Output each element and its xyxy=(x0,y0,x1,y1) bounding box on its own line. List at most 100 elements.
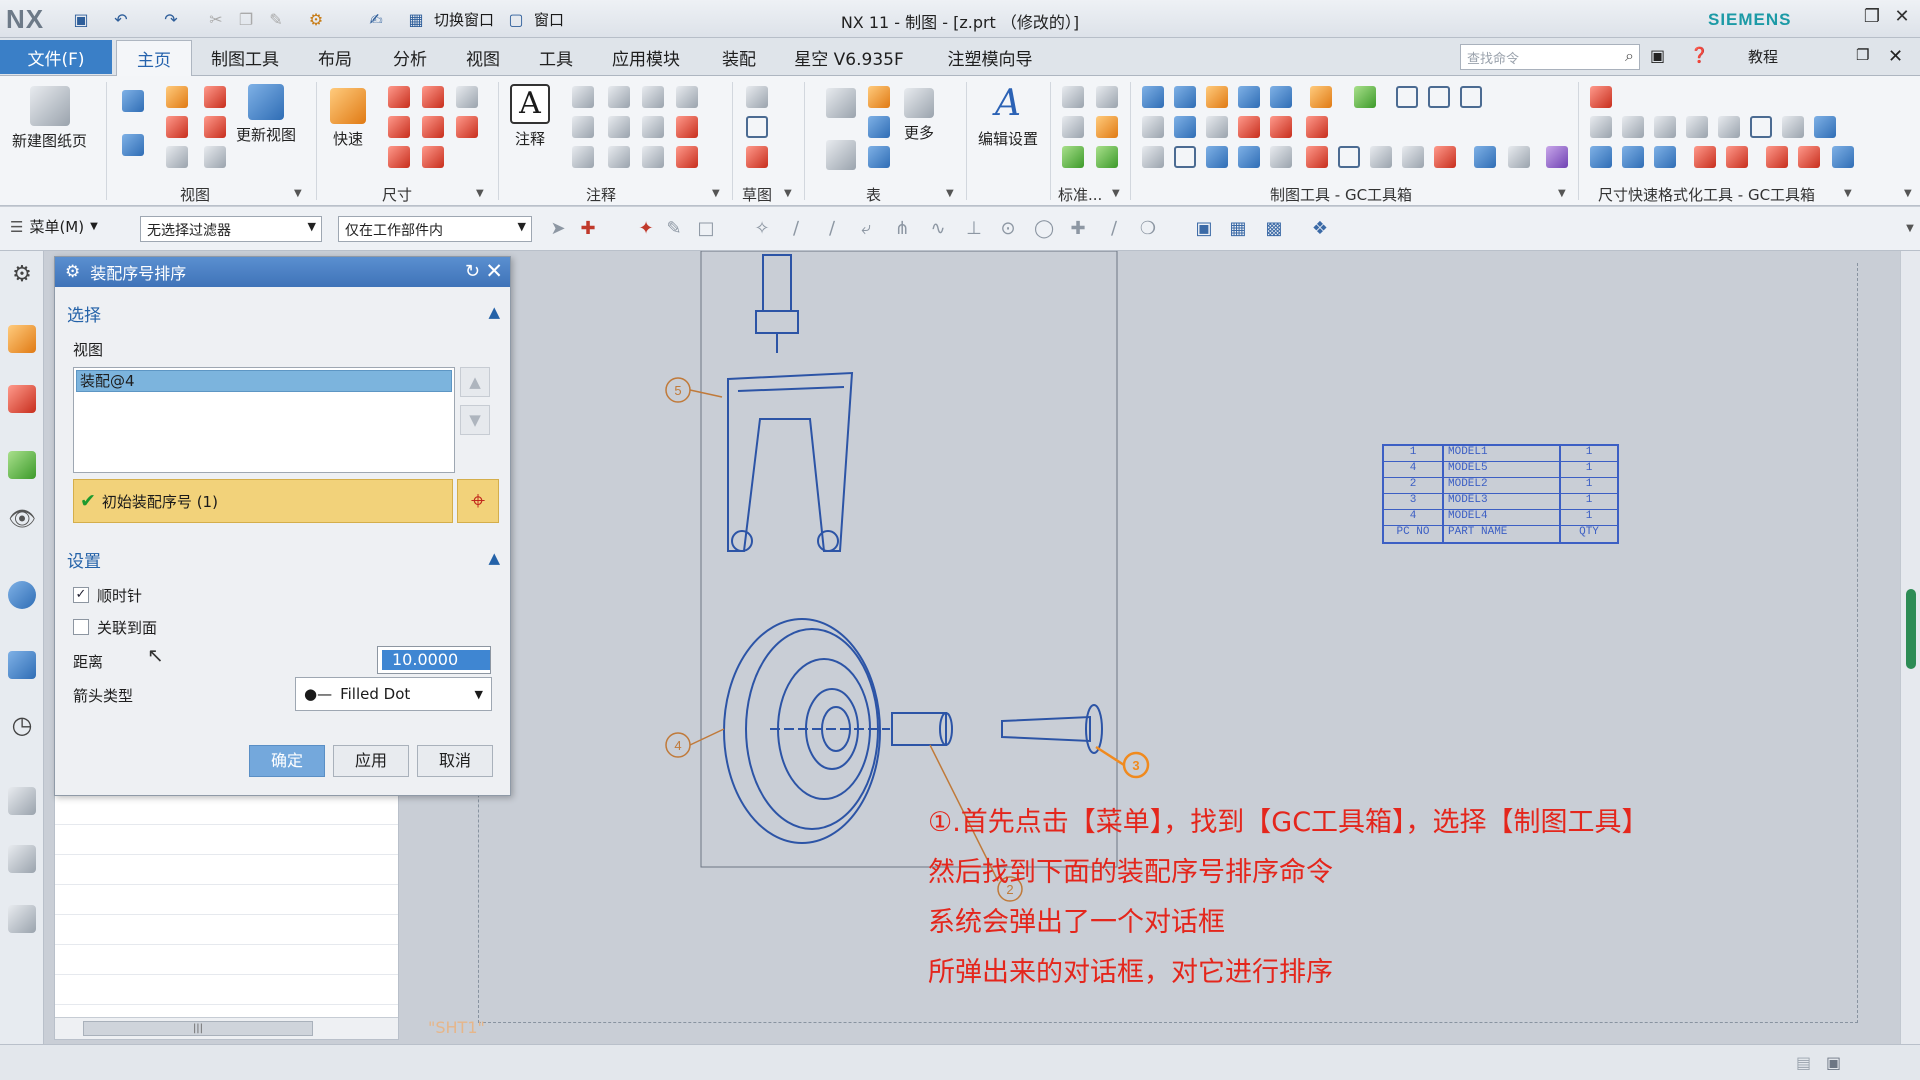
dim-format-16-icon[interactable] xyxy=(1798,146,1820,168)
view-triad-icon[interactable]: ▣ xyxy=(1194,219,1214,239)
zoom-annotation-icon[interactable] xyxy=(572,146,594,168)
gc-tool-3-icon[interactable] xyxy=(1206,86,1228,108)
section-settings-header[interactable]: 设置 xyxy=(67,547,101,572)
point-icon[interactable]: ✧ xyxy=(752,219,772,239)
tab-analysis[interactable]: 分析 xyxy=(375,40,445,74)
tab-view[interactable]: 视图 xyxy=(448,40,518,74)
parts-list-table[interactable]: 1 MODEL1 1 4 MODEL5 1 2 MODEL2 1 3 MODEL… xyxy=(1382,444,1619,544)
symbol-icon[interactable] xyxy=(608,116,630,138)
parts-list-icon[interactable] xyxy=(826,88,856,118)
more-button[interactable]: 更多 xyxy=(904,88,934,143)
dim-format-11-icon[interactable] xyxy=(1622,146,1644,168)
dim-format-6-icon[interactable] xyxy=(1718,116,1740,138)
dim-format-9-icon[interactable] xyxy=(1814,116,1836,138)
gc-tool-10-icon[interactable] xyxy=(1460,86,1482,108)
roles-icon[interactable] xyxy=(8,905,36,933)
dim-format-4-icon[interactable] xyxy=(1654,116,1676,138)
group-dimension-dropdown[interactable]: ▼ xyxy=(476,188,484,199)
history-icon[interactable]: ◷ xyxy=(8,711,36,739)
gc-tool-26-icon[interactable] xyxy=(1434,146,1456,168)
gc-tool-9-icon[interactable] xyxy=(1428,86,1450,108)
gc-tool-21-icon[interactable] xyxy=(1270,146,1292,168)
weld-symbol-icon[interactable] xyxy=(676,146,698,168)
tutorial-link[interactable]: 教程 xyxy=(1748,46,1778,67)
dim-format-14-icon[interactable] xyxy=(1726,146,1748,168)
group-gc-tools-dropdown[interactable]: ▼ xyxy=(1558,188,1566,199)
break-view-icon[interactable] xyxy=(166,116,188,138)
gc-tool-20-icon[interactable] xyxy=(1238,146,1260,168)
gc-tool-8-icon[interactable] xyxy=(1396,86,1418,108)
dim-format-13-icon[interactable] xyxy=(1694,146,1716,168)
tab-file[interactable]: 文件(F) xyxy=(0,40,112,74)
vertical-scrollbar[interactable] xyxy=(1900,251,1920,1044)
command-search-input[interactable]: 查找命令 ⌕ xyxy=(1460,44,1640,70)
reset-icon[interactable]: ↻ xyxy=(465,261,480,282)
view-list[interactable]: 装配@4 xyxy=(73,367,455,473)
dim-format-12-icon[interactable] xyxy=(1654,146,1676,168)
standard-tool-2-icon[interactable] xyxy=(1096,86,1118,108)
feature-control-frame-icon[interactable] xyxy=(572,86,594,108)
dim-format-5-icon[interactable] xyxy=(1686,116,1708,138)
ribbon-restore-icon[interactable]: ❐ xyxy=(1856,46,1869,64)
part-navigator-icon[interactable] xyxy=(8,385,36,413)
projected-view-icon[interactable] xyxy=(166,86,188,108)
ribbon-close-icon[interactable]: ✕ xyxy=(1888,46,1903,67)
display-mode-icon[interactable]: ❖ xyxy=(1310,219,1330,239)
base-view-icon[interactable] xyxy=(122,90,144,112)
gc-tool-14-icon[interactable] xyxy=(1238,116,1260,138)
tab-mold-wizard[interactable]: 注塑模向导 xyxy=(930,40,1050,74)
dim-format-17-icon[interactable] xyxy=(1832,146,1854,168)
dim-format-15-icon[interactable] xyxy=(1766,146,1788,168)
ordinate-dim-icon[interactable] xyxy=(388,146,410,168)
restore-icon[interactable]: ❐ xyxy=(1858,6,1886,27)
tab-xingkong[interactable]: 星空 V6.935F xyxy=(784,40,914,74)
layout-icon[interactable]: ▣ xyxy=(1650,46,1665,65)
auto-balloon-icon[interactable] xyxy=(868,86,890,108)
menu-button[interactable]: ☰ 菜单(M) ▼ xyxy=(10,216,98,237)
group-dim-format-dropdown[interactable]: ▼ xyxy=(1844,188,1852,199)
datum-feature-icon[interactable] xyxy=(608,86,630,108)
view-boundary-icon[interactable] xyxy=(204,116,226,138)
status-icon-1[interactable]: ▤ xyxy=(1796,1053,1811,1072)
center-icon[interactable]: ⊙ xyxy=(998,219,1018,239)
group-annotation-dropdown[interactable]: ▼ xyxy=(712,188,720,199)
bend-table-icon[interactable] xyxy=(868,146,890,168)
gc-tool-1-icon[interactable] xyxy=(1142,86,1164,108)
gc-tool-23-icon[interactable] xyxy=(1338,146,1360,168)
quadrant-icon[interactable]: ◯ xyxy=(1034,219,1054,239)
scrollbar-thumb[interactable] xyxy=(1906,589,1916,669)
type-filter-select[interactable]: 无选择过滤器 ▼ xyxy=(140,216,322,242)
standard-tool-3-icon[interactable] xyxy=(1062,116,1084,138)
rapid-dimension-button[interactable]: 快速 xyxy=(330,88,366,149)
standard-tool-6-icon[interactable] xyxy=(1096,146,1118,168)
perimeter-dim-icon[interactable] xyxy=(422,146,444,168)
move-up-button[interactable]: ▲ xyxy=(460,367,490,397)
assembly-navigator-icon[interactable] xyxy=(8,325,36,353)
standard-tool-4-icon[interactable] xyxy=(1096,116,1118,138)
distance-input[interactable]: 10.0000 xyxy=(377,646,491,674)
web-browser-icon[interactable] xyxy=(8,651,36,679)
snap-2-icon[interactable]: ✚ xyxy=(578,219,598,239)
snap-1-icon[interactable]: ➤ xyxy=(548,219,568,239)
selection-scope-select[interactable]: 仅在工作部件内 ▼ xyxy=(338,216,532,242)
tab-drafting-tools[interactable]: 制图工具 xyxy=(200,40,290,74)
center-mark-icon[interactable] xyxy=(642,86,664,108)
perpendicular-icon[interactable]: ⊥ xyxy=(964,219,984,239)
close-icon[interactable]: ✕ xyxy=(1888,6,1916,27)
gc-tool-17-icon[interactable] xyxy=(1142,146,1164,168)
target-point-icon[interactable] xyxy=(676,86,698,108)
sketch-curve-icon[interactable] xyxy=(746,86,768,108)
update-view-button[interactable]: 更新视图 xyxy=(236,84,296,145)
help-icon[interactable]: ❓ xyxy=(1690,46,1709,64)
gc-tool-22-icon[interactable] xyxy=(1306,146,1328,168)
section-select-header[interactable]: 选择 xyxy=(67,301,101,326)
cancel-button[interactable]: 取消 xyxy=(417,745,493,777)
hatch-icon[interactable] xyxy=(676,116,698,138)
line-icon[interactable] xyxy=(746,146,768,168)
gc-tool-29-icon[interactable] xyxy=(1546,146,1568,168)
datum-target-icon[interactable] xyxy=(572,116,594,138)
on-curve-icon[interactable]: ∕ xyxy=(1104,219,1124,239)
group-standard-dropdown[interactable]: ▼ xyxy=(1112,188,1120,199)
dialog-title-bar[interactable]: ⚙ 装配序号排序 ↻ ✕ xyxy=(55,257,510,287)
arc-length-dim-icon[interactable] xyxy=(456,116,478,138)
